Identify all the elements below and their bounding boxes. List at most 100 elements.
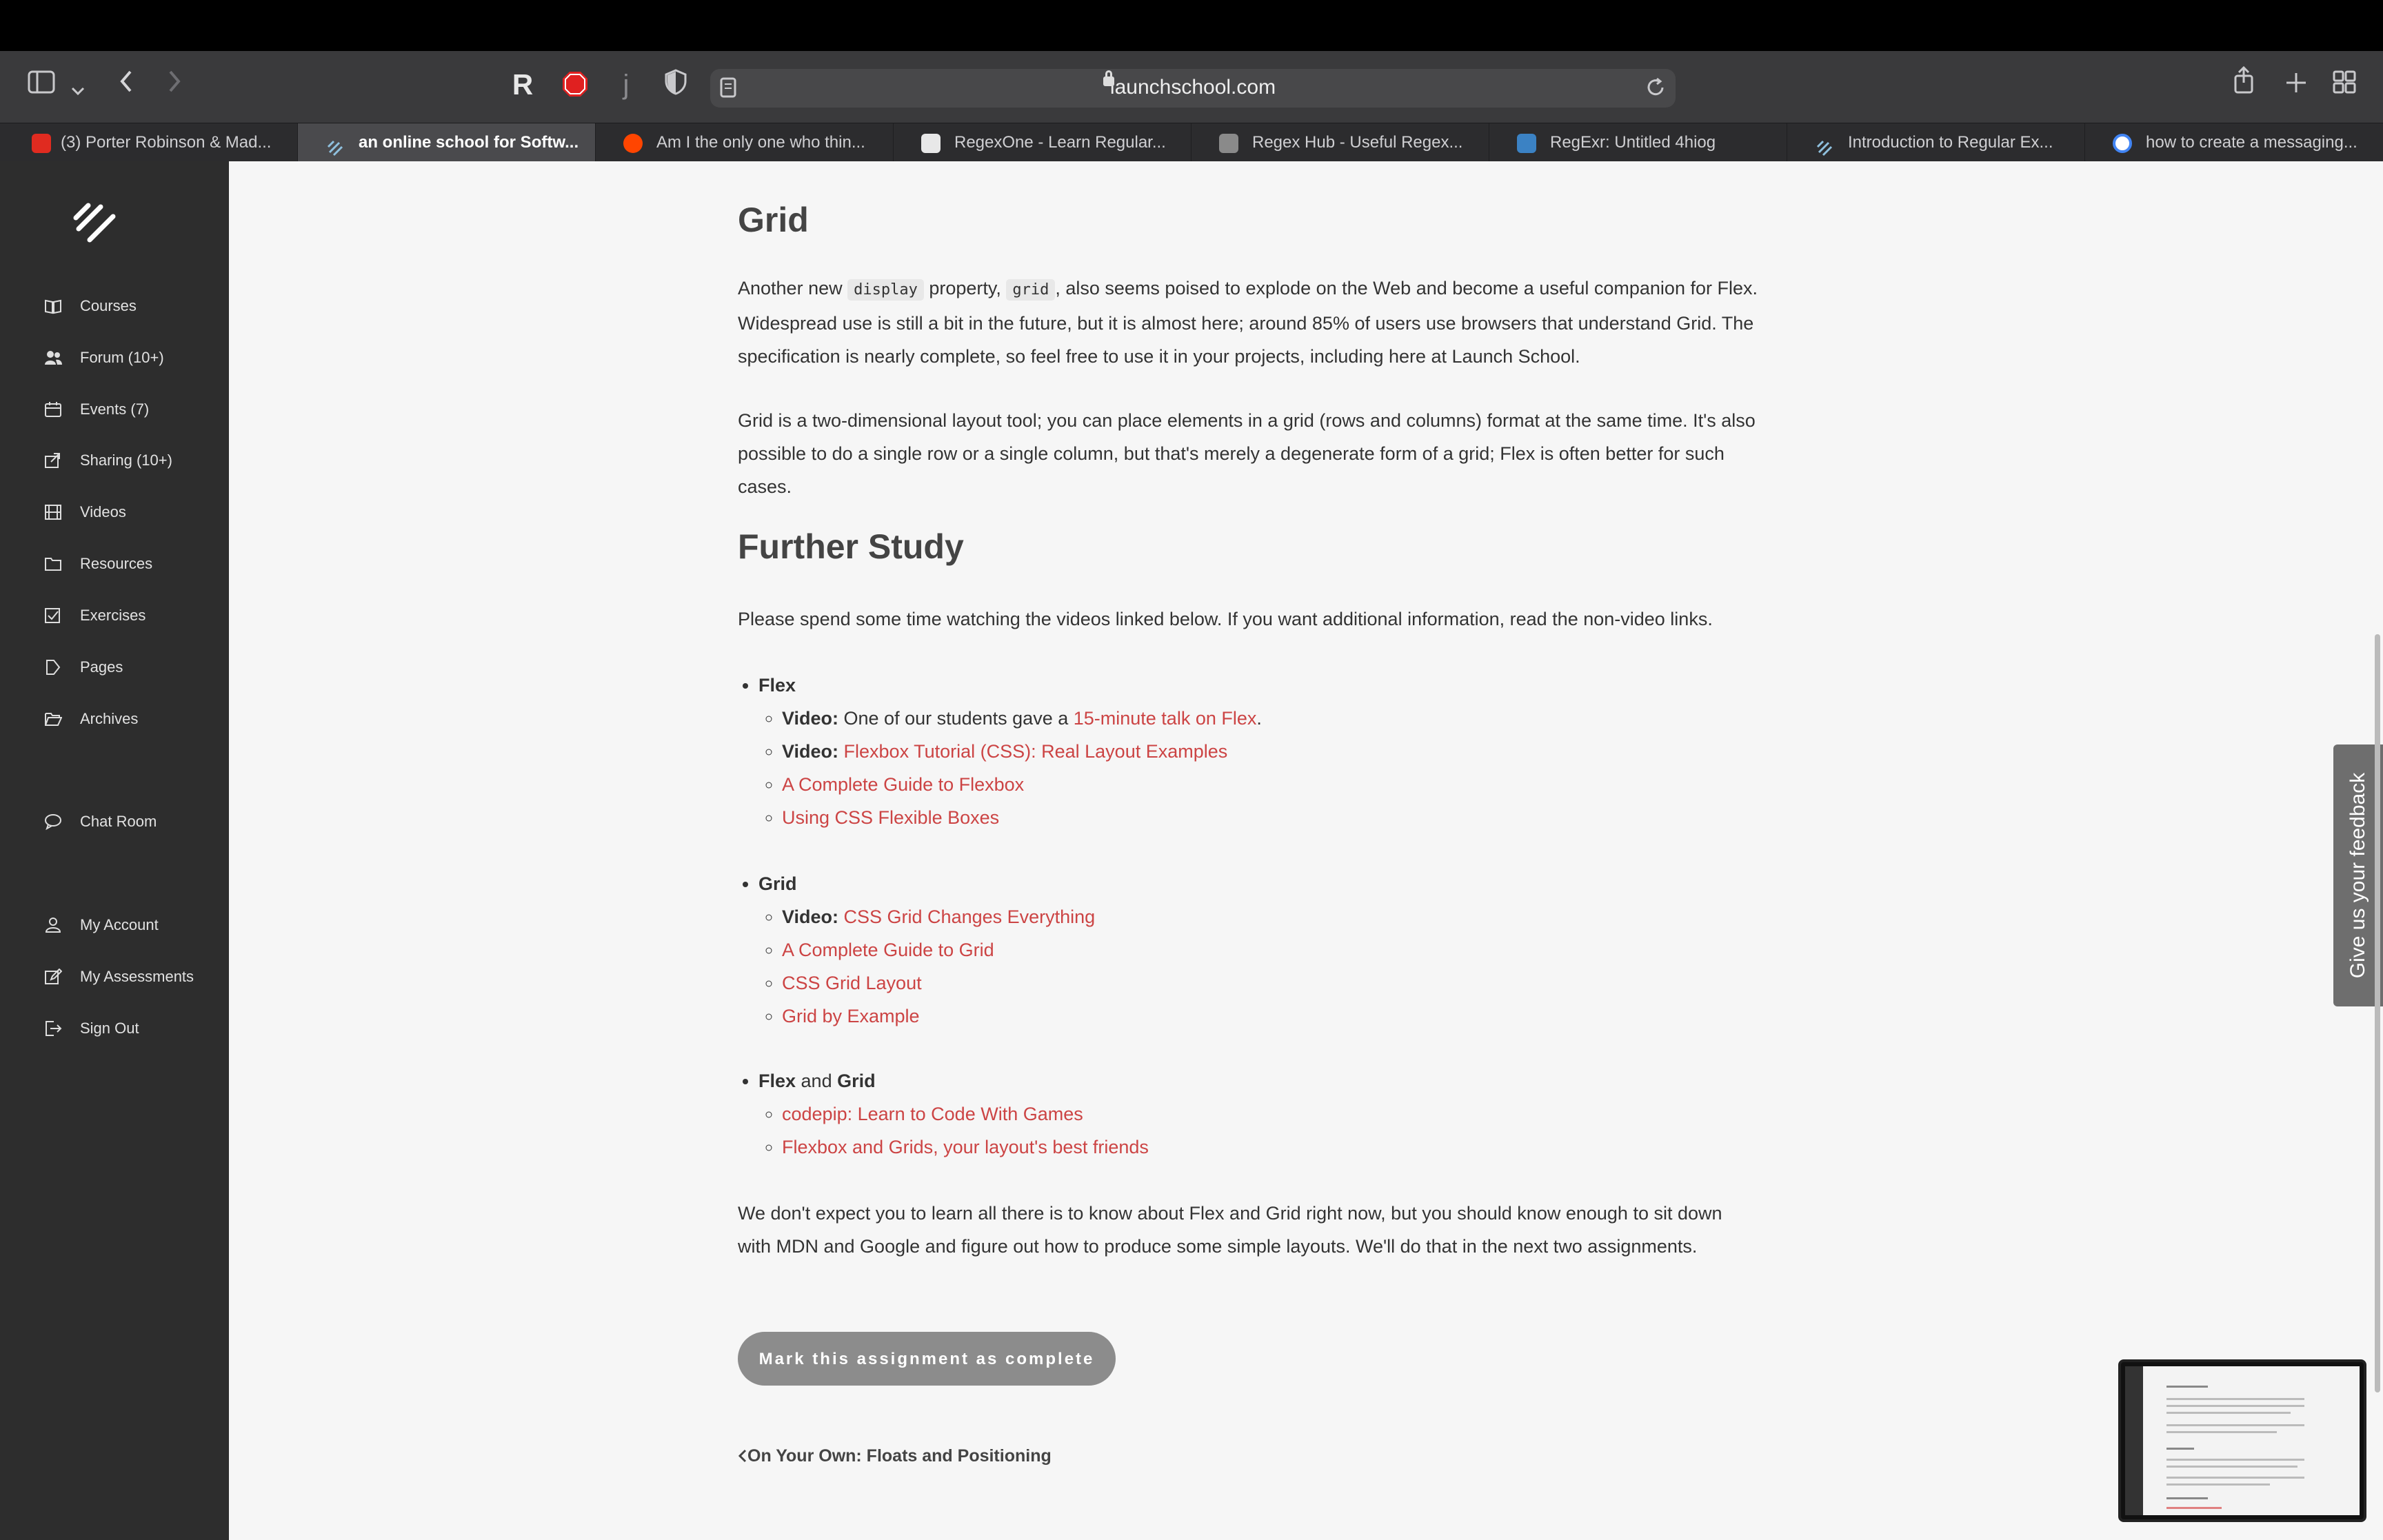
tab-google[interactable]: how to create a messaging... xyxy=(2085,123,2383,162)
text: and xyxy=(796,1071,838,1091)
thumbnail-line xyxy=(2166,1477,2304,1479)
chevron-down-icon[interactable] xyxy=(68,70,88,105)
tab-regexr[interactable]: RegExr: Untitled 4hiog xyxy=(1489,123,1787,162)
prev-link-label: On Your Own: Floats and Positioning xyxy=(747,1446,1052,1466)
sidebar-item-label: Courses xyxy=(80,297,137,314)
sidebar-item-label: Chat Room xyxy=(80,813,157,830)
list-item: Grid Video: CSS Grid Changes Everything … xyxy=(758,867,1779,1033)
address-bar[interactable]: launchschool.com xyxy=(710,69,1676,108)
thumbnail-line xyxy=(2166,1483,2270,1486)
reload-icon[interactable] xyxy=(1645,77,1666,101)
link-complete-guide-grid[interactable]: A Complete Guide to Grid xyxy=(782,940,994,960)
closing-paragraph: We don't expect you to learn all there i… xyxy=(738,1203,1722,1257)
link-15-minute-talk[interactable]: 15-minute talk on Flex xyxy=(1074,708,1257,729)
mark-complete-button[interactable]: Mark this assignment as complete xyxy=(738,1332,1116,1386)
tab-label: Introduction to Regular Ex... xyxy=(1848,133,2053,152)
grid-paragraph-2: Grid is a two-dimensional layout tool; y… xyxy=(738,410,1756,497)
thumbnail-line xyxy=(2166,1398,2304,1400)
thumbnail-line xyxy=(2166,1405,2304,1407)
folder-icon xyxy=(45,558,61,571)
list-item: Grid by Example xyxy=(782,1000,1779,1033)
launchschool-logo-icon[interactable] xyxy=(72,200,120,245)
share-icon[interactable] xyxy=(2230,65,2258,102)
privacy-shield-icon[interactable] xyxy=(662,69,690,103)
link-flexbox-and-grids[interactable]: Flexbox and Grids, your layout's best fr… xyxy=(782,1137,1149,1157)
calendar-icon xyxy=(45,402,61,417)
sidebar-item-label: My Assessments xyxy=(80,968,194,985)
sidebar-toggle-icon[interactable] xyxy=(28,68,55,102)
screenshot-thumbnail[interactable] xyxy=(2118,1359,2366,1522)
list-item: A Complete Guide to Grid xyxy=(782,933,1779,966)
page-icon xyxy=(46,660,61,675)
reddit-icon xyxy=(623,134,643,153)
sidebar-item-label: Events (7) xyxy=(80,401,150,418)
scrollbar[interactable] xyxy=(2375,634,2380,1392)
list-item: Video: One of our students gave a 15-min… xyxy=(782,702,1779,735)
list-item: A Complete Guide to Flexbox xyxy=(782,768,1779,801)
lock-icon xyxy=(1103,70,1114,86)
tab-reddit[interactable]: Am I the only one who thin... xyxy=(596,123,894,162)
thumbnail-line xyxy=(2166,1424,2304,1426)
new-tab-icon[interactable] xyxy=(2282,68,2310,102)
sidebar: Courses Forum (10+) Events (7) Sharing (… xyxy=(0,161,229,1540)
tab-label: RegExr: Untitled 4hiog xyxy=(1550,133,1716,152)
link-css-grid-layout[interactable]: CSS Grid Layout xyxy=(782,973,922,993)
tab-youtube[interactable]: (3) Porter Robinson & Mad... xyxy=(0,123,298,162)
sidebar-item-label: Forum (10+) xyxy=(80,349,164,366)
link-flexbox-tutorial[interactable]: Flexbox Tutorial (CSS): Real Layout Exam… xyxy=(844,741,1228,762)
tab-label: Am I the only one who thin... xyxy=(656,133,865,152)
thumbnail-line xyxy=(2166,1497,2208,1499)
sidebar-item-label: My Account xyxy=(80,916,159,933)
extension-stop-icon[interactable] xyxy=(560,70,590,106)
link-codepip[interactable]: codepip: Learn to Code With Games xyxy=(782,1104,1083,1124)
tab-regexhub[interactable]: Regex Hub - Useful Regex... xyxy=(1192,123,1489,162)
youtube-icon xyxy=(32,134,51,153)
sidebar-item-label: Archives xyxy=(80,710,139,727)
film-icon xyxy=(45,505,61,520)
thumbnail-line xyxy=(2166,1431,2277,1433)
link-complete-guide-flexbox[interactable]: A Complete Guide to Flexbox xyxy=(782,774,1024,795)
link-css-grid-changes[interactable]: CSS Grid Changes Everything xyxy=(844,906,1096,927)
feedback-label: Give us your feedback xyxy=(2346,772,2369,979)
chat-icon xyxy=(45,814,61,830)
sidebar-item-label: Exercises xyxy=(80,607,146,624)
link-grid-by-example[interactable]: Grid by Example xyxy=(782,1006,920,1026)
tab-label: an online school for Softw... xyxy=(359,133,579,152)
tab-intro-regex[interactable]: Introduction to Regular Ex... xyxy=(1787,123,2085,162)
thumbnail-line xyxy=(2166,1466,2297,1468)
book-icon xyxy=(45,299,61,314)
tab-label: RegexOne - Learn Regular... xyxy=(954,133,1166,152)
tab-launchschool[interactable]: an online school for Softw... xyxy=(298,123,596,162)
extension-r-icon[interactable]: R xyxy=(510,68,535,102)
list-item: codepip: Learn to Code With Games xyxy=(782,1097,1779,1131)
grid-paragraph-1: Another new display property, grid, also… xyxy=(738,272,1758,373)
tab-regexone[interactable]: RegexOne - Learn Regular... xyxy=(894,123,1192,162)
text: property, xyxy=(923,278,1007,298)
edit-icon xyxy=(45,969,62,984)
google-icon xyxy=(2113,134,2132,153)
share-icon xyxy=(45,453,60,468)
launchschool-icon xyxy=(1815,134,1834,156)
sidebar-item-label: Sign Out xyxy=(80,1020,139,1037)
flex-title: Flex xyxy=(758,1071,796,1091)
text: . xyxy=(1256,708,1262,729)
link-css-flexible-boxes[interactable]: Using CSS Flexible Boxes xyxy=(782,807,999,828)
tab-overview-icon[interactable] xyxy=(2331,68,2358,102)
url-text: launchschool.com xyxy=(1109,76,1276,99)
regexhub-icon xyxy=(1219,134,1238,153)
launchschool-icon xyxy=(325,134,345,156)
list-item: Video: Flexbox Tutorial (CSS): Real Layo… xyxy=(782,735,1779,768)
open-folder-icon xyxy=(45,713,62,726)
sidebar-item-label: Resources xyxy=(80,555,153,572)
grid-list: Grid Video: CSS Grid Changes Everything … xyxy=(738,867,1779,1033)
back-icon[interactable] xyxy=(116,68,137,102)
code-display: display xyxy=(847,279,924,301)
menu-bar xyxy=(0,0,2383,51)
list-item: CSS Grid Layout xyxy=(782,966,1779,1000)
sign-out-icon xyxy=(46,1021,62,1036)
previous-assignment-link[interactable]: On Your Own: Floats and Positioning xyxy=(738,1446,1052,1466)
tab-label: Regex Hub - Useful Regex... xyxy=(1252,133,1463,152)
thumbnail-sidebar xyxy=(2125,1366,2143,1515)
forward-icon[interactable] xyxy=(164,68,185,102)
extension-j-icon[interactable]: j xyxy=(618,68,634,102)
